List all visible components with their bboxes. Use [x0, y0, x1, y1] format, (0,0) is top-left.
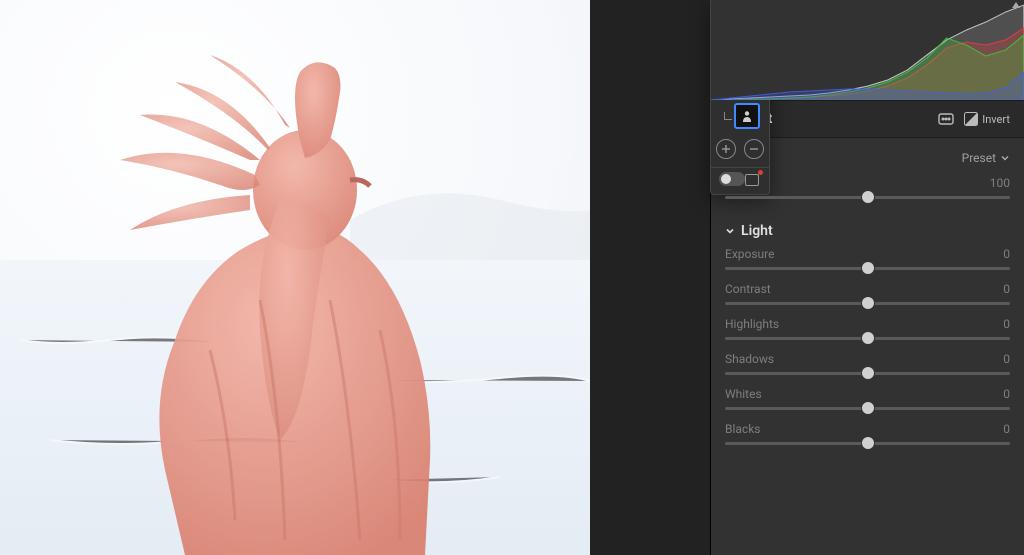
edit-panel: Subject Invert Mask 1 Preset	[710, 0, 1024, 555]
mask-settings-icon[interactable]	[745, 172, 761, 186]
mask-subtract-component-button[interactable]	[744, 139, 764, 159]
group-light-toggle[interactable]: Light	[711, 213, 1024, 243]
light-sliders-container: Exposure0Contrast0Highlights0Shadows0Whi…	[711, 243, 1024, 453]
slider-shadows: Shadows 0	[711, 348, 1024, 383]
slider-value[interactable]: 0	[1003, 282, 1010, 296]
slider-value[interactable]: 0	[1003, 317, 1010, 331]
slider-blacks: Blacks 0	[711, 418, 1024, 453]
slider-label-text: Whites	[725, 387, 762, 401]
slider-track[interactable]	[725, 442, 1010, 445]
slider-highlights: Highlights 0	[711, 313, 1024, 348]
slider-knob[interactable]	[861, 296, 875, 310]
slider-label-text: Exposure	[725, 247, 774, 261]
slider-value[interactable]: 0	[1003, 247, 1010, 261]
invert-mask-label: Invert	[982, 113, 1010, 126]
slider-value[interactable]: 0	[1003, 422, 1010, 436]
slider-knob[interactable]	[861, 366, 875, 380]
slider-contrast: Contrast 0	[711, 278, 1024, 313]
slider-label-text: Shadows	[725, 352, 774, 366]
slider-exposure: Exposure 0	[711, 243, 1024, 278]
chevron-down-icon	[1000, 153, 1010, 163]
slider-knob[interactable]	[861, 261, 875, 275]
slider-track[interactable]	[725, 407, 1010, 410]
slider-label-text: Highlights	[725, 317, 779, 331]
preset-dropdown[interactable]: Preset	[962, 151, 1010, 165]
slider-value[interactable]: 0	[1003, 387, 1010, 401]
highlight-clip-icon[interactable]	[1012, 2, 1020, 8]
slider-knob[interactable]	[861, 331, 875, 345]
mask-hint-icon[interactable]	[938, 113, 954, 125]
slider-label-text: Blacks	[725, 422, 760, 436]
group-light-label: Light	[741, 223, 773, 239]
slider-knob[interactable]	[861, 436, 875, 450]
chevron-down-icon	[725, 226, 735, 236]
slider-whites: Whites 0	[711, 383, 1024, 418]
slider-track[interactable]	[725, 267, 1010, 270]
preset-label: Preset	[962, 151, 996, 165]
slider-value[interactable]: 0	[1003, 352, 1010, 366]
mask-add-component-button[interactable]	[716, 139, 736, 159]
histogram[interactable]	[711, 0, 1024, 100]
mask-thumb-subject[interactable]	[734, 103, 760, 129]
slider-amount-track[interactable]	[725, 196, 1010, 199]
slider-amount-knob[interactable]	[861, 190, 875, 204]
mask-tree-connector-icon	[724, 112, 732, 120]
slider-knob[interactable]	[861, 401, 875, 415]
canvas-gutter	[590, 0, 710, 555]
slider-track[interactable]	[725, 372, 1010, 375]
mask-overlay-toggle[interactable]	[719, 172, 745, 186]
slider-track[interactable]	[725, 337, 1010, 340]
invert-mask-button[interactable]: Invert	[964, 112, 1010, 126]
slider-label-text: Contrast	[725, 282, 771, 296]
slider-track[interactable]	[725, 302, 1010, 305]
image-canvas[interactable]	[0, 0, 590, 555]
slider-amount-value[interactable]: 100	[990, 176, 1010, 190]
